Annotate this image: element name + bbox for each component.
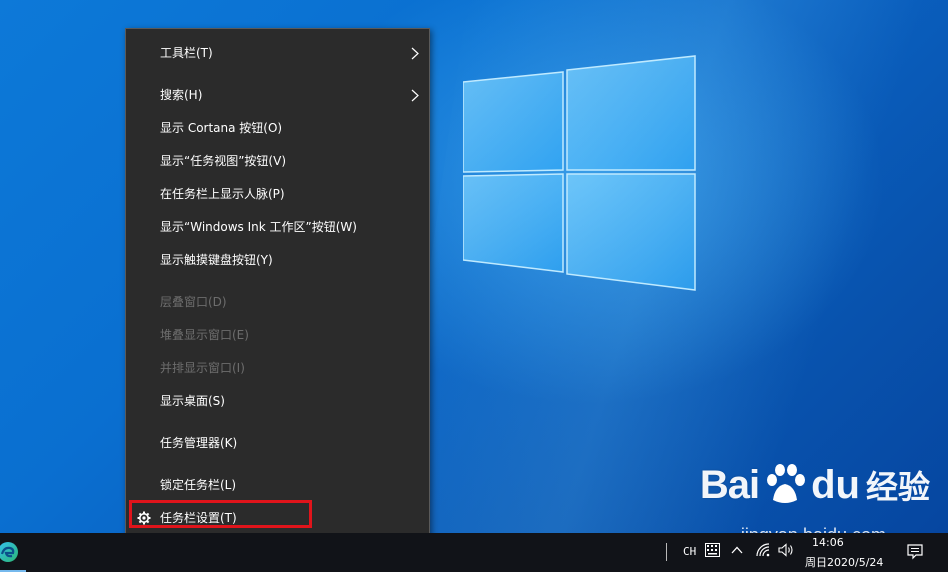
menu-item-label: 工具栏(T)	[160, 46, 213, 60]
clock-date[interactable]: 周日2020/5/24	[805, 554, 883, 570]
watermark-brand-left: Bai	[699, 462, 760, 507]
edge-taskbar-button[interactable]	[0, 533, 26, 572]
edge-icon	[0, 542, 18, 562]
clock-time[interactable]: 14:06	[812, 536, 844, 549]
menu-item-side-by-side: 并排显示窗口(I)	[126, 353, 429, 383]
volume-icon[interactable]	[778, 543, 795, 557]
network-icon[interactable]	[756, 543, 770, 557]
watermark-url: jingyan.baidu.com	[741, 525, 886, 533]
watermark-suffix: 经验	[865, 468, 930, 506]
menu-item-task-manager[interactable]: 任务管理器(K)	[126, 428, 429, 458]
menu-item-show-task-view[interactable]: 显示“任务视图”按钮(V)	[126, 146, 429, 176]
menu-item-stack-windows: 堆叠显示窗口(E)	[126, 320, 429, 350]
baidu-watermark: Bai du 经验	[700, 462, 930, 508]
watermark-brand-right: du	[811, 462, 860, 507]
menu-item-label: 显示触摸键盘按钮(Y)	[160, 253, 273, 267]
menu-item-label: 显示桌面(S)	[160, 394, 225, 408]
menu-item-toolbars[interactable]: 工具栏(T)	[126, 38, 429, 68]
menu-item-show-cortana[interactable]: 显示 Cortana 按钮(O)	[126, 113, 429, 143]
highlight-annotation	[129, 500, 312, 528]
notification-icon[interactable]	[907, 544, 923, 560]
tray-separator	[666, 543, 667, 561]
windows-logo-icon	[463, 52, 698, 292]
taskbar-context-menu: 工具栏(T) 搜索(H) 显示 Cortana 按钮(O) 显示“任务视图”按钮…	[125, 28, 430, 542]
menu-item-search[interactable]: 搜索(H)	[126, 80, 429, 110]
menu-item-lock-taskbar[interactable]: 锁定任务栏(L)	[126, 470, 429, 500]
menu-item-show-desktop[interactable]: 显示桌面(S)	[126, 386, 429, 416]
menu-item-show-touch-keyboard[interactable]: 显示触摸键盘按钮(Y)	[126, 245, 429, 275]
menu-item-label: 堆叠显示窗口(E)	[160, 328, 249, 342]
taskbar: CH 14:06 周日2020/5/24	[0, 533, 948, 572]
menu-item-label: 层叠窗口(D)	[160, 295, 227, 309]
chevron-right-icon	[411, 47, 419, 60]
menu-item-show-windows-ink[interactable]: 显示“Windows Ink 工作区”按钮(W)	[126, 212, 429, 242]
menu-item-label: 锁定任务栏(L)	[160, 478, 237, 492]
menu-item-label: 显示“Windows Ink 工作区”按钮(W)	[160, 220, 357, 234]
baidu-paw-icon	[767, 464, 806, 503]
keyboard-icon[interactable]	[705, 543, 720, 557]
input-indicator[interactable]: CH	[683, 545, 696, 558]
chevron-right-icon	[411, 89, 419, 102]
menu-item-label: 搜索(H)	[160, 88, 203, 102]
menu-item-show-people[interactable]: 在任务栏上显示人脉(P)	[126, 179, 429, 209]
menu-item-label: 并排显示窗口(I)	[160, 361, 245, 375]
chevron-up-icon[interactable]	[731, 546, 743, 554]
menu-item-label: 显示 Cortana 按钮(O)	[160, 121, 283, 135]
menu-item-label: 显示“任务视图”按钮(V)	[160, 154, 287, 168]
menu-item-label: 任务管理器(K)	[160, 436, 238, 450]
menu-item-label: 在任务栏上显示人脉(P)	[160, 187, 285, 201]
menu-item-cascade-windows: 层叠窗口(D)	[126, 287, 429, 317]
